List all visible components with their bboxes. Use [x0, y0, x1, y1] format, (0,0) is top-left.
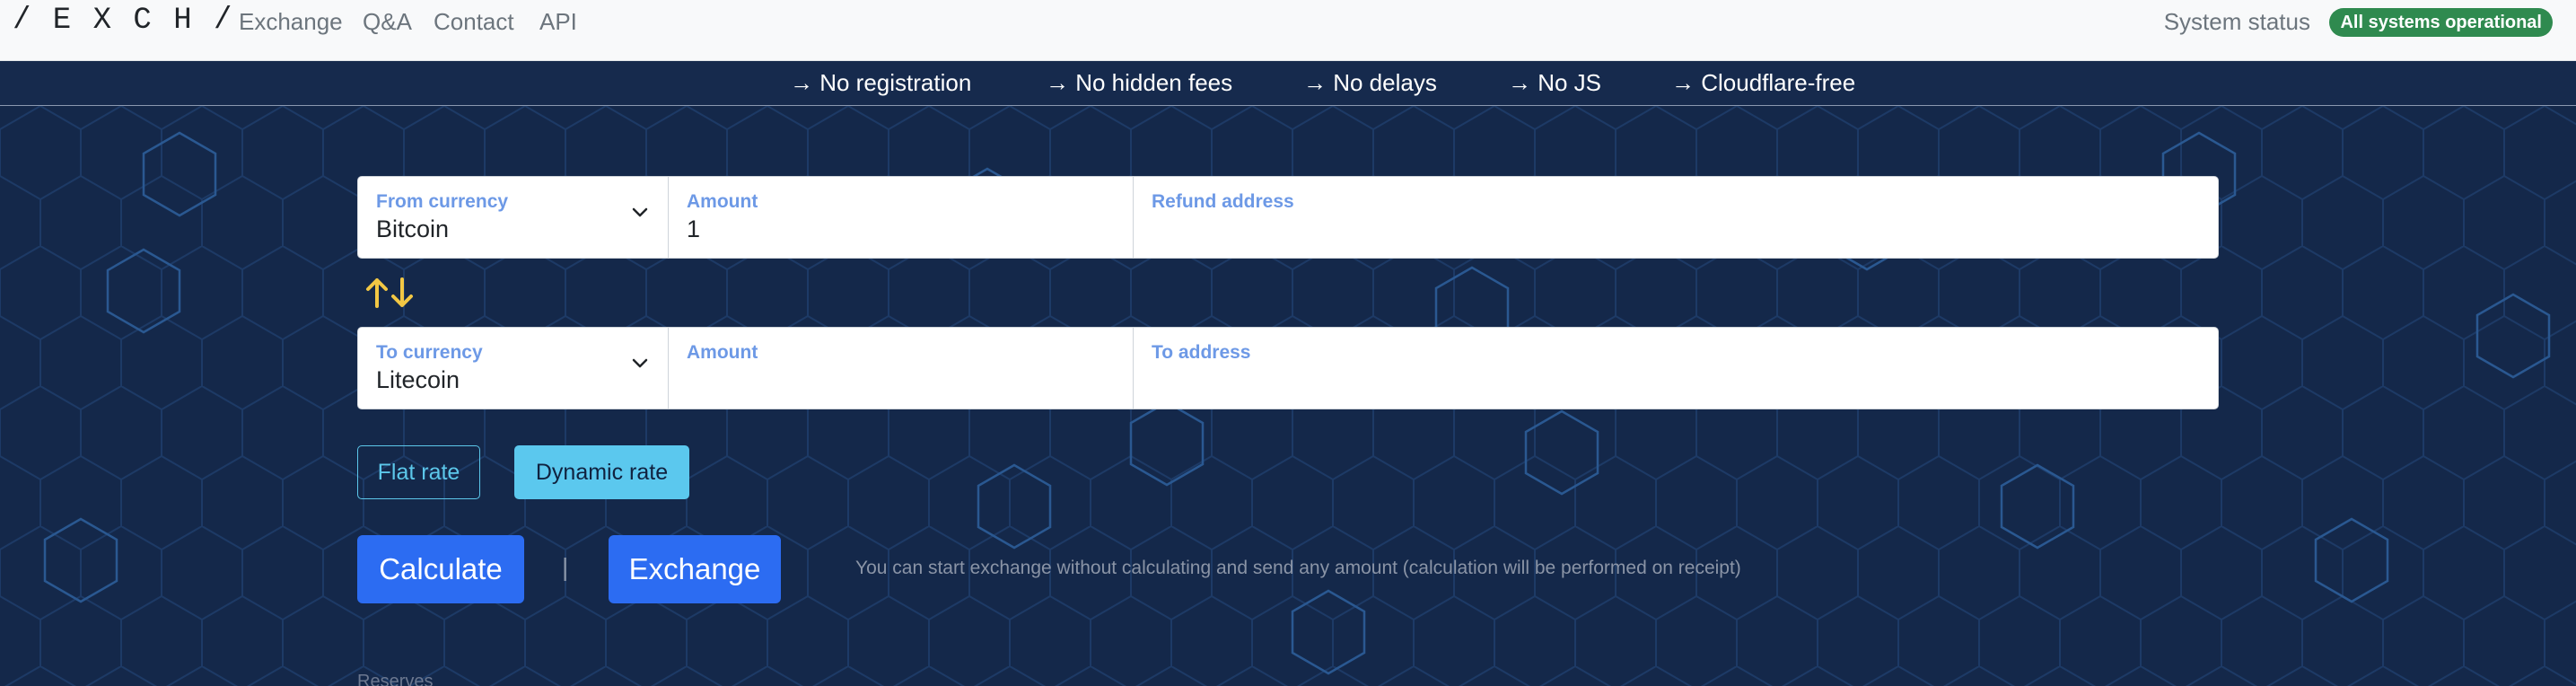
- to-currency-select[interactable]: To currency Litecoin: [357, 327, 669, 409]
- from-amount-input[interactable]: Amount 1: [668, 176, 1134, 259]
- nav-link-contact[interactable]: Contact: [434, 8, 514, 35]
- feature-no-hidden-fees: → No hidden fees: [1046, 69, 1233, 96]
- to-currency-label: To currency: [376, 342, 483, 363]
- to-currency-value: Litecoin: [376, 366, 460, 393]
- to-address-label: To address: [1152, 342, 1251, 363]
- exchange-button[interactable]: Exchange: [609, 535, 781, 603]
- feature-no-js: → No JS: [1508, 69, 1602, 96]
- dynamic-rate-button[interactable]: Dynamic rate: [514, 445, 689, 499]
- refund-address-label: Refund address: [1152, 191, 1294, 212]
- to-address-input[interactable]: To address: [1133, 327, 2219, 409]
- swap-direction-icon[interactable]: [364, 277, 416, 309]
- features-strip: → No registration → No hidden fees → No …: [0, 61, 2576, 106]
- reserves-label: Reserves: [357, 672, 434, 686]
- nav-link-exchange[interactable]: Exchange: [239, 8, 343, 35]
- feature-cloudflare-free: → Cloudflare-free: [1671, 69, 1856, 96]
- to-amount-label: Amount: [687, 342, 758, 363]
- chevron-down-icon: [632, 207, 648, 217]
- flat-rate-button[interactable]: Flat rate: [357, 445, 480, 499]
- from-amount-label: Amount: [687, 191, 758, 212]
- feature-no-registration: → No registration: [790, 69, 972, 96]
- from-currency-label: From currency: [376, 191, 509, 212]
- from-currency-value: Bitcoin: [376, 215, 450, 242]
- from-amount-value: 1: [687, 215, 701, 242]
- exchange-main: From currency Bitcoin Amount 1 Refund ad…: [0, 106, 2576, 686]
- system-status-badge[interactable]: All systems operational: [2329, 8, 2553, 37]
- nav-link-qa[interactable]: Q&A: [363, 8, 412, 35]
- nav-link-api[interactable]: API: [539, 8, 577, 35]
- system-status-label[interactable]: System status: [2164, 8, 2310, 35]
- from-currency-select[interactable]: From currency Bitcoin: [357, 176, 669, 259]
- calculate-button[interactable]: Calculate: [357, 535, 524, 603]
- to-amount-input[interactable]: Amount: [668, 327, 1134, 409]
- top-navbar: / E X C H / Exchange Q&A Contact API Sys…: [0, 0, 2576, 61]
- action-separator: |: [562, 553, 569, 581]
- feature-no-delays: → No delays: [1303, 69, 1437, 96]
- exchange-hint-text: You can start exchange without calculati…: [855, 558, 1741, 578]
- chevron-down-icon: [632, 358, 648, 368]
- refund-address-input[interactable]: Refund address: [1133, 176, 2219, 259]
- site-logo[interactable]: / E X C H /: [13, 5, 233, 36]
